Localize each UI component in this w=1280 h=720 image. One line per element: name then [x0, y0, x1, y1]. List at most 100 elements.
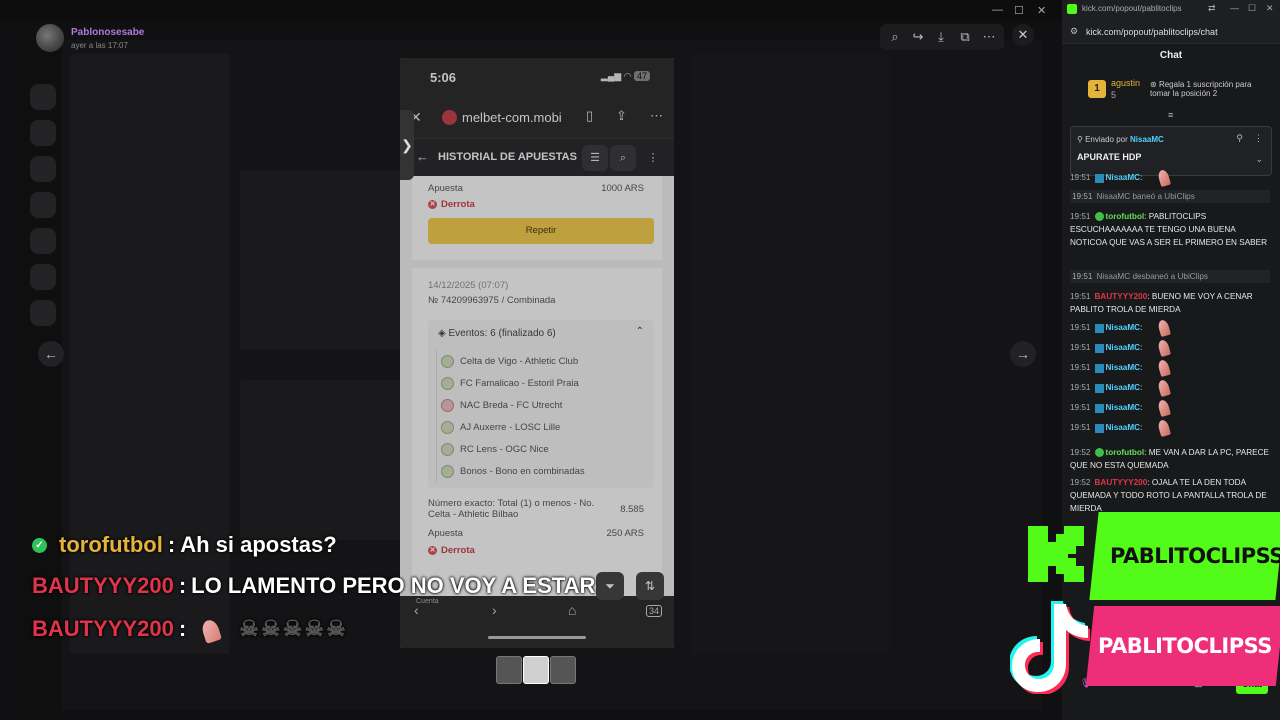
page-title: HISTORIAL DE APUESTAS	[438, 151, 577, 163]
bet-id: № 74209963975 / Combinada	[428, 295, 556, 306]
market-description: Número exacto: Total (1) o menos - No. C…	[428, 498, 595, 520]
bet-result: ✕ Derrota	[428, 199, 475, 210]
pinned-label-text: Enviado por	[1085, 135, 1128, 144]
message-timestamp: 19:51	[1070, 173, 1091, 183]
minimize-icon[interactable]: —	[992, 4, 1003, 16]
bet-result: ✕ Derrota	[428, 545, 475, 556]
message-username[interactable]: NisaaMC	[1106, 323, 1141, 332]
browser-forward-icon[interactable]: ›	[492, 602, 497, 618]
phone-browser-bottom-bar: Cuenta ⏷ ⇅ ‹ › ⌂ 34	[400, 572, 674, 648]
thumbnail[interactable]	[496, 656, 522, 684]
thumbnail-selected[interactable]	[523, 656, 549, 684]
avatar[interactable]	[36, 24, 64, 52]
chat-message: 19:51 BAUTYYY200: BUENO ME VOY A CENAR PA…	[1070, 292, 1253, 314]
maximize-icon[interactable]: ☐	[1248, 3, 1256, 14]
sort-icon[interactable]: ⇅	[636, 572, 664, 600]
overlay-message: LO LAMENTO PERO NO VOY A ESTAR	[191, 573, 596, 598]
events-count: Eventos: 6 (finalizado 6)	[448, 328, 556, 339]
message-username[interactable]: NisaaMC	[1106, 343, 1141, 352]
maximize-icon[interactable]: ☐	[1014, 4, 1024, 17]
url-text[interactable]: kick.com/popout/pablitoclips/chat	[1086, 27, 1218, 37]
pinned-user[interactable]: NisaaMC	[1130, 135, 1164, 144]
emote-icon	[1156, 398, 1171, 418]
message-timestamp: 19:51	[1070, 292, 1091, 301]
repeat-button[interactable]: Repetir	[428, 218, 654, 244]
emote-icon	[1156, 358, 1171, 378]
site-settings-icon[interactable]: ⚙	[1070, 26, 1078, 37]
more-icon[interactable]: ⋯	[650, 108, 663, 124]
share-icon[interactable]: ⇪	[616, 108, 627, 124]
message-timestamp: 19:52	[1070, 448, 1091, 457]
blurred-message-embed	[240, 380, 410, 540]
menu-icon[interactable]: ⋮	[640, 145, 666, 171]
message-username[interactable]: NisaaMC	[1106, 173, 1141, 182]
minimize-icon[interactable]: —	[1230, 3, 1239, 13]
home-icon[interactable]: ⌂	[568, 602, 576, 618]
event-row: AJ Auxerre - LOSC Lille	[436, 416, 646, 438]
share-icon[interactable]: ↪	[907, 26, 929, 48]
events-header[interactable]: ◈ Eventos: 6 (finalizado 6)	[438, 328, 556, 339]
more-icon[interactable]: ⋯	[978, 26, 1000, 48]
filter-icon[interactable]: ⏷	[596, 572, 624, 600]
soccer-ball-icon	[441, 442, 454, 456]
message-username[interactable]: BAUTYYY200	[1095, 292, 1148, 301]
message-username[interactable]: NisaaMC	[1106, 423, 1141, 432]
gifter-name[interactable]: agustin	[1111, 78, 1140, 88]
more-icon[interactable]: ⋮	[1254, 133, 1263, 144]
zoom-icon[interactable]: ⌕	[884, 26, 906, 48]
previous-image-button[interactable]: ←	[38, 341, 64, 367]
emote-icon	[1156, 338, 1171, 358]
loss-icon: ✕	[428, 546, 437, 555]
gift-cta[interactable]: ⊛ Regala 1 suscripción para tomar la pos…	[1150, 80, 1270, 98]
chevron-up-icon[interactable]: ⌃	[636, 326, 644, 337]
window-close-icon[interactable]: ✕	[1266, 3, 1274, 14]
url-text[interactable]: melbet-com.mobi	[462, 110, 562, 125]
back-icon[interactable]: ←	[416, 149, 429, 164]
battery-level: 47	[633, 71, 650, 81]
uploader-name[interactable]: Pablonosesabe	[71, 27, 144, 38]
event-name: RC Lens - OGC Nice	[460, 443, 549, 455]
bet-card: Apuesta 1000 ARS ✕ Derrota Repetir	[412, 176, 662, 260]
message-username[interactable]: torofutbol	[1106, 448, 1145, 457]
message-username[interactable]: NisaaMC	[1106, 363, 1141, 372]
event-name: FC Famalicao - Estoril Praia	[460, 377, 579, 389]
window-close-icon[interactable]: ✕	[1037, 4, 1046, 17]
search-icon[interactable]: ⌕	[610, 145, 636, 171]
pin-icon[interactable]: ⚲	[1236, 133, 1243, 144]
open-external-icon[interactable]: ⧉	[954, 26, 976, 48]
popout-urlbar: ⚙ kick.com/popout/pablitoclips/chat	[1062, 20, 1280, 44]
share-icon[interactable]: ⇄	[1208, 3, 1216, 14]
upload-timestamp: ayer a las 17:07	[71, 40, 128, 50]
expand-panel-icon[interactable]: ❯	[400, 110, 414, 180]
overlay-username: BAUTYYY200	[32, 573, 174, 598]
kick-logo-icon	[1067, 4, 1077, 14]
gift-icon: ⊛	[1150, 80, 1159, 89]
message-username[interactable]: NisaaMC	[1106, 403, 1141, 412]
message-timestamp: 19:51	[1070, 423, 1091, 433]
stake-label: Apuesta	[428, 528, 463, 539]
blurred-channel-list	[70, 54, 230, 654]
blurred-server-icon	[30, 228, 56, 254]
filter-icon[interactable]: ≡	[1168, 110, 1173, 120]
moderator-badge-icon	[1094, 343, 1104, 353]
stake-label: Apuesta	[428, 183, 463, 194]
message-username[interactable]: torofutbol	[1106, 212, 1145, 221]
chevron-down-icon[interactable]: ⌄	[1255, 154, 1263, 165]
tabs-count-icon[interactable]: 34	[646, 605, 663, 617]
browser-back-icon[interactable]: ‹	[414, 602, 419, 618]
download-icon[interactable]: ⤓	[930, 26, 952, 48]
bookmark-icon[interactable]: ▯	[586, 108, 593, 124]
event-name: AJ Auxerre - LOSC Lille	[460, 421, 561, 433]
filter-layout-icon[interactable]: ☰	[582, 145, 608, 171]
thumbnail[interactable]	[550, 656, 576, 684]
viewer-close-button[interactable]: ✕	[1012, 24, 1034, 46]
soccer-ball-icon	[441, 398, 454, 412]
system-message: 19:51 NisaaMC baneó a UbiClips	[1070, 190, 1270, 203]
chat-message: 19:52 BAUTYYY200: OJALA TE LA DEN TODA QU…	[1070, 478, 1267, 513]
pinned-message: ⚲ Enviado por NisaaMC APURATE HDP ⚲ ⋮ ⌄	[1070, 126, 1272, 176]
emote-icon	[1156, 418, 1171, 438]
message-username[interactable]: NisaaMC	[1106, 383, 1141, 392]
message-username[interactable]: BAUTYYY200	[1095, 478, 1148, 487]
next-image-button[interactable]: →	[1010, 341, 1036, 367]
emote-icon	[1156, 378, 1171, 398]
